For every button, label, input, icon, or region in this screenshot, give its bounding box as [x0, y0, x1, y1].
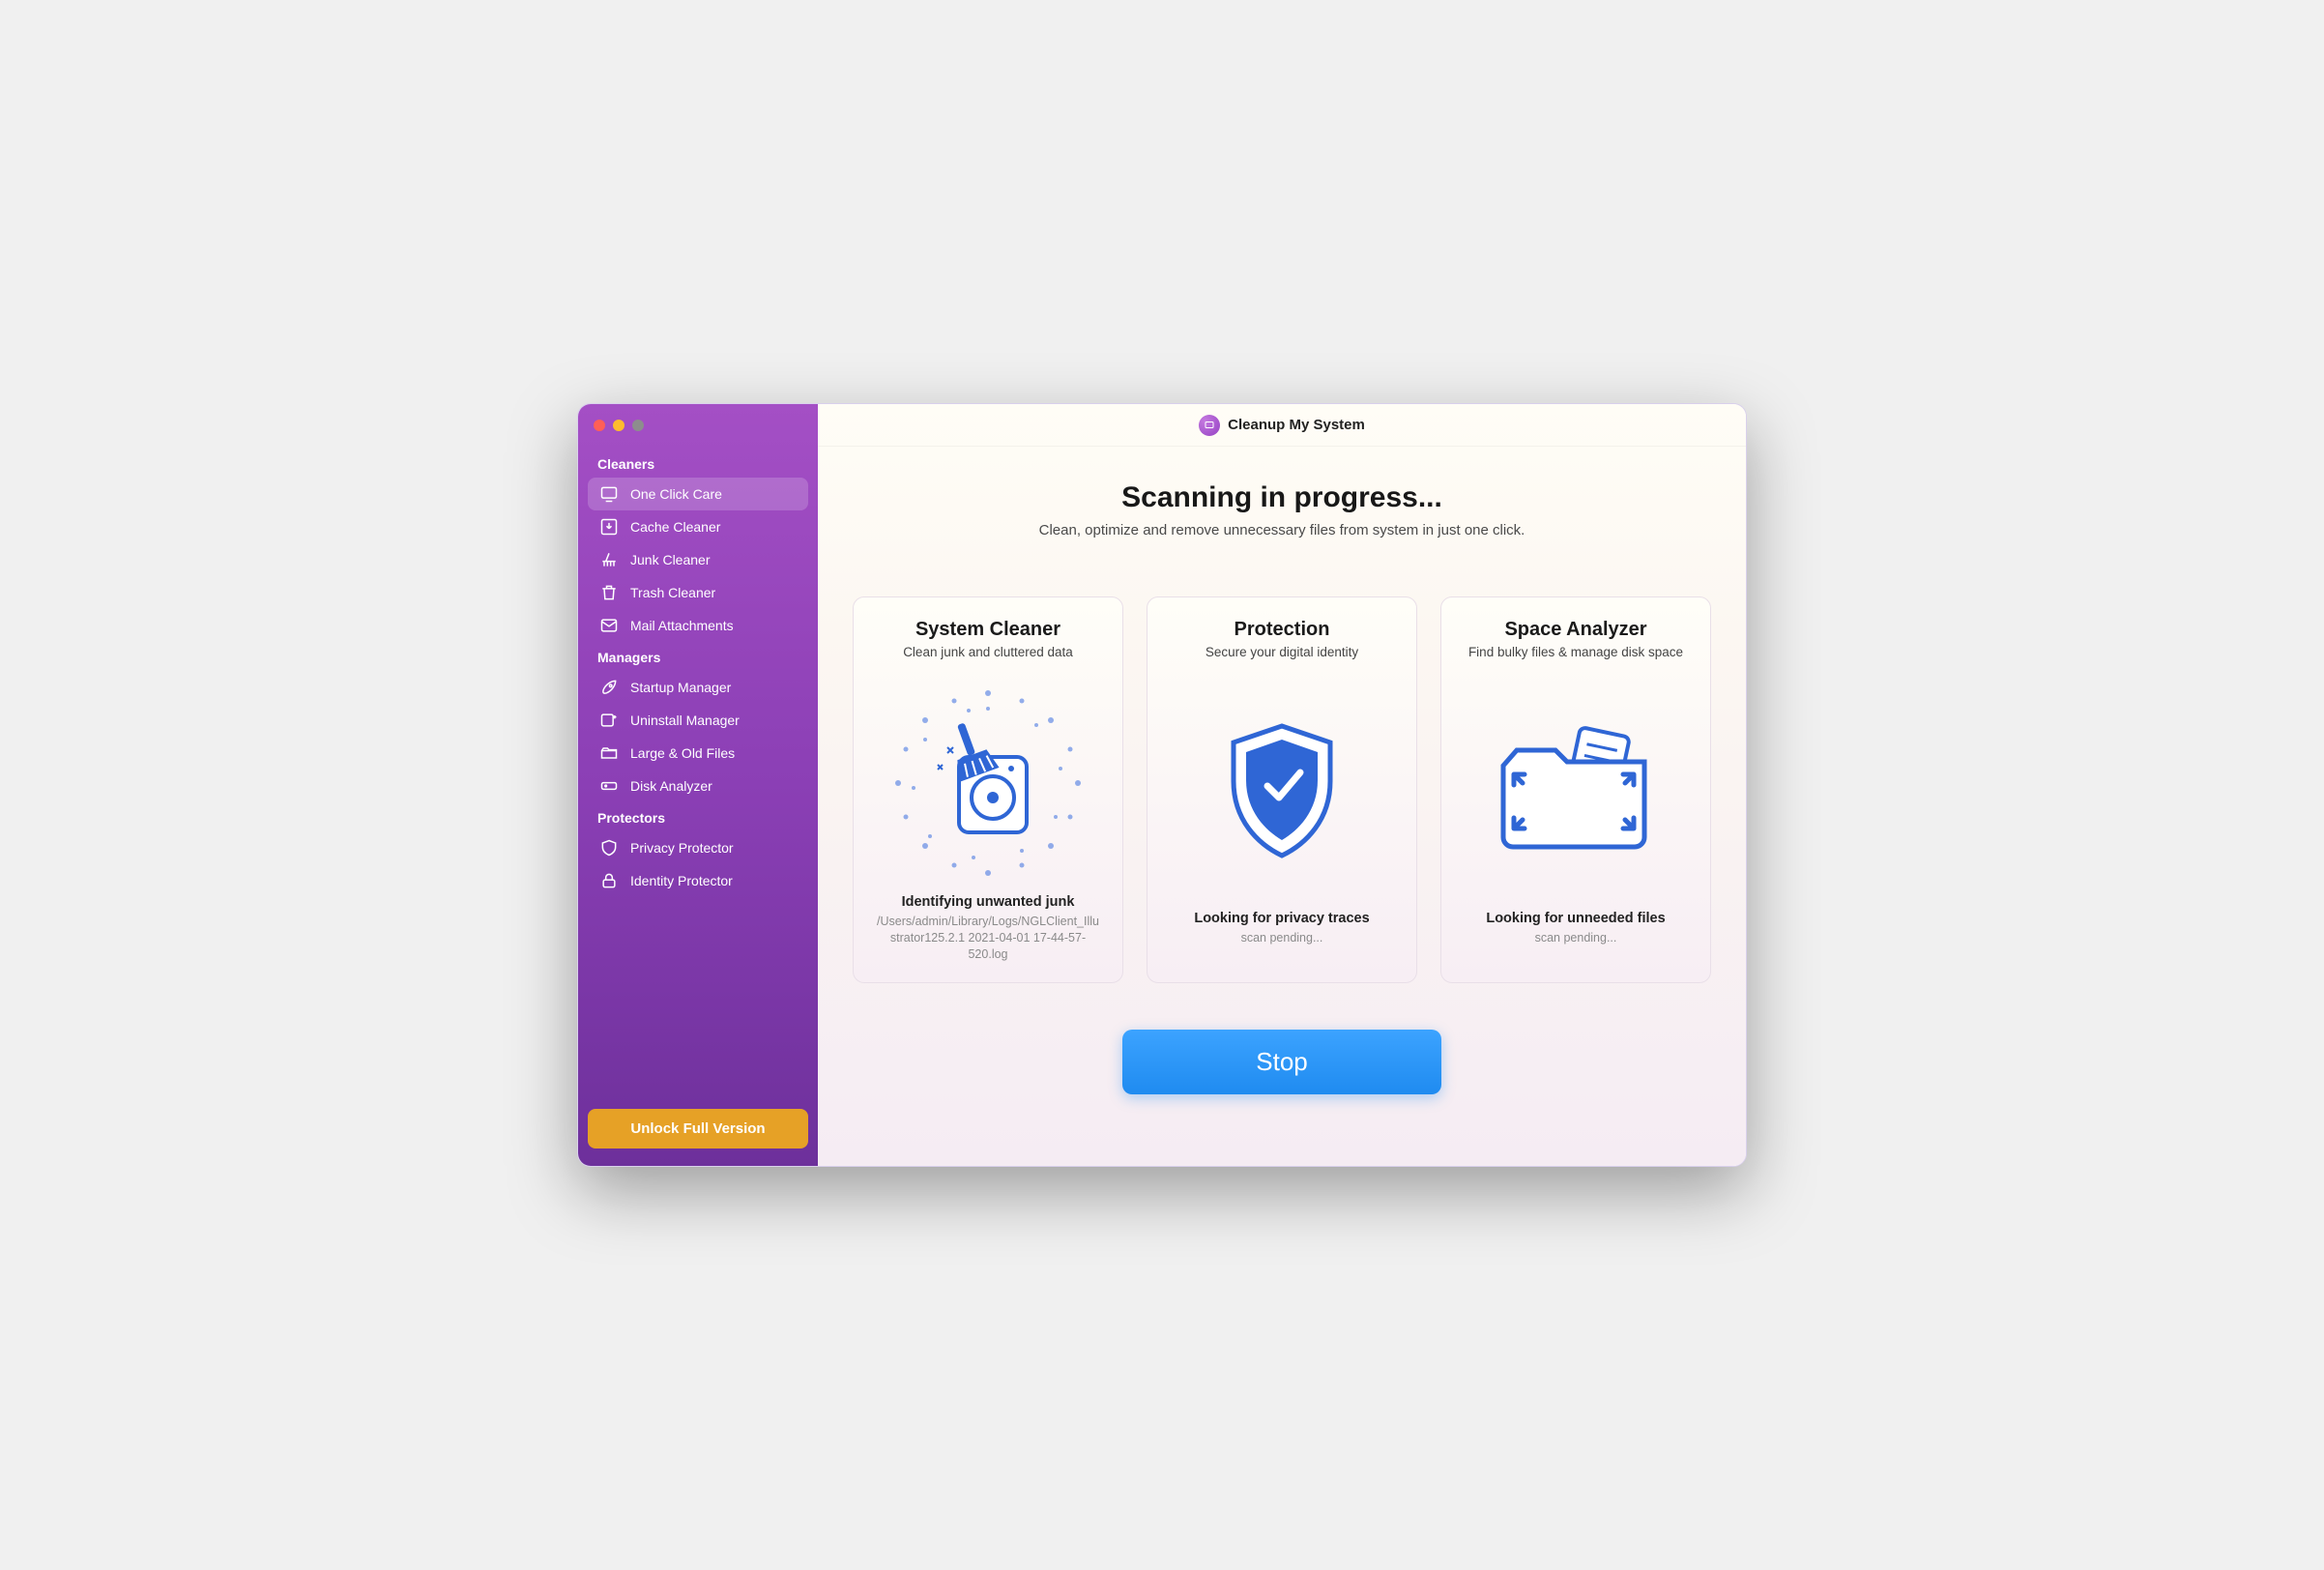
sidebar-item-mail-attachments[interactable]: Mail Attachments	[588, 609, 808, 642]
card-protection: Protection Secure your digital identity …	[1147, 596, 1417, 983]
action-area: Stop	[818, 1003, 1746, 1133]
sidebar: Cleaners One Click Care Cache Cleaner Ju…	[578, 404, 818, 1166]
mail-icon	[599, 616, 619, 635]
titlebar: Cleanup My System	[818, 404, 1746, 447]
monitor-icon	[599, 484, 619, 504]
shield-icon	[599, 838, 619, 858]
sidebar-item-privacy-protector[interactable]: Privacy Protector	[588, 831, 808, 864]
card-title: Protection	[1163, 619, 1401, 641]
sidebar-item-uninstall-manager[interactable]: Uninstall Manager	[588, 704, 808, 737]
hero-section: Scanning in progress... Clean, optimize …	[818, 447, 1746, 548]
lock-icon	[599, 871, 619, 890]
zoom-window-button[interactable]	[632, 420, 644, 431]
sidebar-item-label: Junk Cleaner	[630, 552, 711, 567]
minimize-window-button[interactable]	[613, 420, 625, 431]
sidebar-item-label: One Click Care	[630, 486, 722, 502]
cards-row: System Cleaner Clean junk and cluttered …	[818, 548, 1746, 1003]
rocket-icon	[599, 678, 619, 697]
download-box-icon	[599, 517, 619, 537]
card-detail: /Users/admin/Library/Logs/NGLClient_Illu…	[869, 914, 1107, 963]
sidebar-item-identity-protector[interactable]: Identity Protector	[588, 864, 808, 897]
disk-icon	[599, 776, 619, 796]
app-window: Cleaners One Click Care Cache Cleaner Ju…	[577, 403, 1747, 1167]
sidebar-item-large-old-files[interactable]: Large & Old Files	[588, 737, 808, 770]
card-space-analyzer: Space Analyzer Find bulky files & manage…	[1440, 596, 1711, 983]
uninstall-icon	[599, 711, 619, 730]
close-window-button[interactable]	[594, 420, 605, 431]
broom-icon	[599, 550, 619, 569]
trash-icon	[599, 583, 619, 602]
card-subtitle: Secure your digital identity	[1163, 645, 1401, 659]
folder-stack-icon	[599, 743, 619, 763]
app-title: Cleanup My System	[1228, 417, 1365, 433]
app-icon	[1199, 415, 1220, 436]
card-title: System Cleaner	[869, 619, 1107, 641]
sidebar-item-label: Disk Analyzer	[630, 778, 712, 794]
sidebar-section-title-cleaners: Cleaners	[588, 449, 808, 478]
window-controls	[588, 416, 808, 449]
sidebar-item-trash-cleaner[interactable]: Trash Cleaner	[588, 576, 808, 609]
hero-title: Scanning in progress...	[837, 481, 1727, 514]
sidebar-section-title-protectors: Protectors	[588, 802, 808, 831]
card-subtitle: Find bulky files & manage disk space	[1457, 645, 1695, 659]
shield-check-icon	[1163, 671, 1401, 911]
stop-button[interactable]: Stop	[1122, 1030, 1441, 1094]
sidebar-item-label: Trash Cleaner	[630, 585, 715, 600]
folder-expand-icon	[1457, 671, 1695, 911]
sidebar-section-title-managers: Managers	[588, 642, 808, 671]
sidebar-item-junk-cleaner[interactable]: Junk Cleaner	[588, 543, 808, 576]
unlock-full-version-button[interactable]: Unlock Full Version	[588, 1109, 808, 1148]
sidebar-item-label: Cache Cleaner	[630, 519, 720, 535]
card-status: Identifying unwanted junk	[869, 894, 1107, 910]
disk-broom-icon	[869, 671, 1107, 894]
sidebar-item-label: Identity Protector	[630, 873, 733, 888]
card-detail: scan pending...	[1163, 930, 1401, 963]
card-title: Space Analyzer	[1457, 619, 1695, 641]
card-status: Looking for privacy traces	[1163, 911, 1401, 926]
sidebar-item-label: Startup Manager	[630, 680, 731, 695]
card-detail: scan pending...	[1457, 930, 1695, 963]
sidebar-item-label: Mail Attachments	[630, 618, 734, 633]
sidebar-item-label: Large & Old Files	[630, 745, 735, 761]
sidebar-item-label: Uninstall Manager	[630, 712, 740, 728]
sidebar-item-label: Privacy Protector	[630, 840, 734, 856]
card-status: Looking for unneeded files	[1457, 911, 1695, 926]
main-content: Cleanup My System Scanning in progress..…	[818, 404, 1746, 1166]
hero-subtitle: Clean, optimize and remove unnecessary f…	[837, 522, 1727, 538]
sidebar-item-cache-cleaner[interactable]: Cache Cleaner	[588, 510, 808, 543]
sidebar-item-disk-analyzer[interactable]: Disk Analyzer	[588, 770, 808, 802]
card-system-cleaner: System Cleaner Clean junk and cluttered …	[853, 596, 1123, 983]
sidebar-item-one-click-care[interactable]: One Click Care	[588, 478, 808, 510]
sidebar-item-startup-manager[interactable]: Startup Manager	[588, 671, 808, 704]
card-subtitle: Clean junk and cluttered data	[869, 645, 1107, 659]
